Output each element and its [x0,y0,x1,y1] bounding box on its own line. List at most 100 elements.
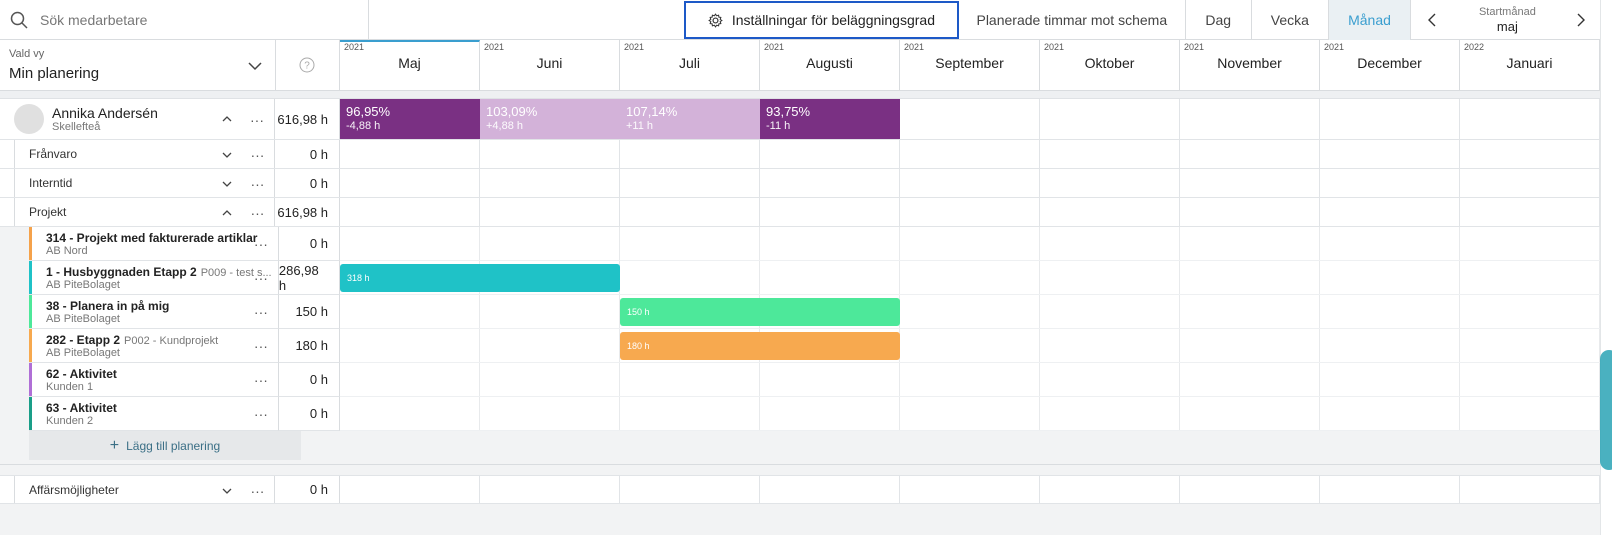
month-year: 2021 [1324,42,1345,52]
project-title-line: 282 - Etapp 2 P002 - Kundprojekt [46,333,278,347]
month-header[interactable]: 2021 Juli [620,40,760,90]
project-color-bar [29,261,32,294]
support-widget[interactable] [1600,350,1612,470]
grid-cell [340,329,480,362]
month-header[interactable]: 2021 November [1180,40,1320,90]
project-more-button[interactable]: ··· [254,339,268,353]
grid-cell [760,261,900,294]
project-more-button[interactable]: ··· [254,237,268,251]
project-more-button[interactable]: ··· [254,407,268,421]
employee-more-button[interactable]: ··· [250,113,264,127]
month-header[interactable]: 2021 December [1320,40,1460,90]
tab-day[interactable]: Dag [1186,0,1252,40]
add-planning-button[interactable]: + Lägg till planering [29,431,301,460]
project-cell[interactable]: 62 - Aktivitet Kunden 1 ··· [29,363,279,397]
chevron-down-icon[interactable] [221,179,233,189]
month-header[interactable]: 2021 Augusti [760,40,900,90]
chevron-down-icon[interactable] [221,150,233,160]
search-input[interactable] [40,12,340,28]
occupancy-diff: -4,88 h [346,120,381,132]
month-header[interactable]: 2022 Januari [1460,40,1600,90]
search-icon [10,11,28,29]
next-period-button[interactable] [1562,0,1600,40]
grid-cell [1040,198,1180,226]
occupancy-percent: 93,75% [766,104,811,119]
occupancy-settings-label: Inställningar för beläggningsgrad [731,12,935,28]
project-cell[interactable]: 38 - Planera in på mig AB PiteBolaget ··· [29,295,279,329]
opportunities-row: Affärsmöjligheter ··· 0 h [0,475,1600,504]
tab-month[interactable]: Månad [1329,0,1411,40]
indent-line [14,169,15,197]
project-cell[interactable]: 282 - Etapp 2 P002 - Kundprojekt AB PiteBo… [29,329,279,363]
hours-vs-schedule-toggle[interactable]: Planerade timmar mot schema [959,0,1186,40]
category-more-button[interactable]: ··· [250,206,264,220]
month-year: 2021 [1184,42,1205,52]
grid-cell [1180,227,1320,260]
planning-bar[interactable]: 150 h [620,298,900,326]
project-cells: 180 h [340,329,1600,363]
occupancy-block[interactable]: 107,14% +11 h [620,99,760,139]
grid-cell [340,363,480,396]
project-more-button[interactable]: ··· [254,271,268,285]
project-title: 38 - Planera in på mig [46,298,170,313]
view-selector[interactable]: Vald vy Min planering [0,40,276,90]
right-edge-scroll[interactable] [1600,0,1612,535]
occupancy-settings-button[interactable]: Inställningar för beläggningsgrad [684,1,959,39]
grid-cell [760,169,900,197]
month-year: 2021 [484,42,505,52]
occupancy-block[interactable]: 103,09% +4,88 h [480,99,620,139]
planning-bar[interactable]: 180 h [620,332,900,360]
project-cell[interactable]: 314 - Projekt med fakturerade artiklar AB… [29,227,279,261]
tab-week[interactable]: Vecka [1252,0,1330,40]
employee-location: Skellefteå [52,121,101,133]
project-rows: 314 - Projekt med fakturerade artiklar AB… [0,227,1600,431]
project-title: 282 - Etapp 2 [46,332,121,347]
occupancy-block[interactable]: 96,95% -4,88 h [340,99,480,139]
add-planning-label: Lägg till planering [126,438,221,453]
project-title-line: 314 - Projekt med fakturerade artiklar [46,231,278,245]
grid-cell [900,198,1040,226]
grid-cell [1320,295,1460,328]
chevron-down-icon[interactable] [221,486,233,496]
grid-cell [1180,140,1320,168]
project-color-bar [29,397,32,430]
previous-period-button[interactable] [1411,0,1453,40]
indent-line [14,140,15,168]
category-more-button[interactable]: ··· [250,148,264,162]
grid-cell [1180,295,1320,328]
help-button[interactable]: ? [276,40,340,90]
grid-cell [1460,169,1600,197]
grid-cell [340,476,480,503]
project-hours: 0 h [278,363,340,397]
opportunities-more-button[interactable]: ··· [250,484,264,498]
month-header[interactable]: 2021 Juni [480,40,620,90]
project-cell[interactable]: 1 - Husbyggnaden Etapp 2 P009 - test s...… [29,261,279,295]
category-hours: 616,98 h [275,198,340,226]
start-month-picker[interactable]: Startmånad maj [1453,0,1563,40]
category-cells [340,198,1600,226]
month-header[interactable]: 2021 September [900,40,1040,90]
chevron-up-icon[interactable] [221,208,233,218]
project-cell[interactable]: 63 - Aktivitet Kunden 2 ··· [29,397,279,431]
planning-grid: Annika Andersén Skellefteå ··· 616,98 h … [0,99,1600,504]
category-more-button[interactable]: ··· [250,177,264,191]
occupancy-block[interactable]: 93,75% -11 h [760,99,900,139]
month-name: November [1217,55,1282,71]
project-row: 63 - Aktivitet Kunden 2 ··· 0 h [0,397,1600,431]
category-cells [340,140,1600,168]
grid-cell [760,397,900,430]
grid-cell [900,476,1040,503]
opportunities-hours: 0 h [275,476,340,503]
planning-bar[interactable]: 318 h [340,264,620,292]
grid-cell [620,363,760,396]
month-header[interactable]: 2021 Maj [340,40,480,90]
project-more-button[interactable]: ··· [254,305,268,319]
project-more-button[interactable]: ··· [254,373,268,387]
chevron-up-icon[interactable] [221,114,233,124]
month-name: Augusti [806,55,853,71]
grid-cell [1040,363,1180,396]
project-title-line: 63 - Aktivitet [46,401,278,415]
month-header[interactable]: 2021 Oktober [1040,40,1180,90]
project-cells [340,227,1600,261]
